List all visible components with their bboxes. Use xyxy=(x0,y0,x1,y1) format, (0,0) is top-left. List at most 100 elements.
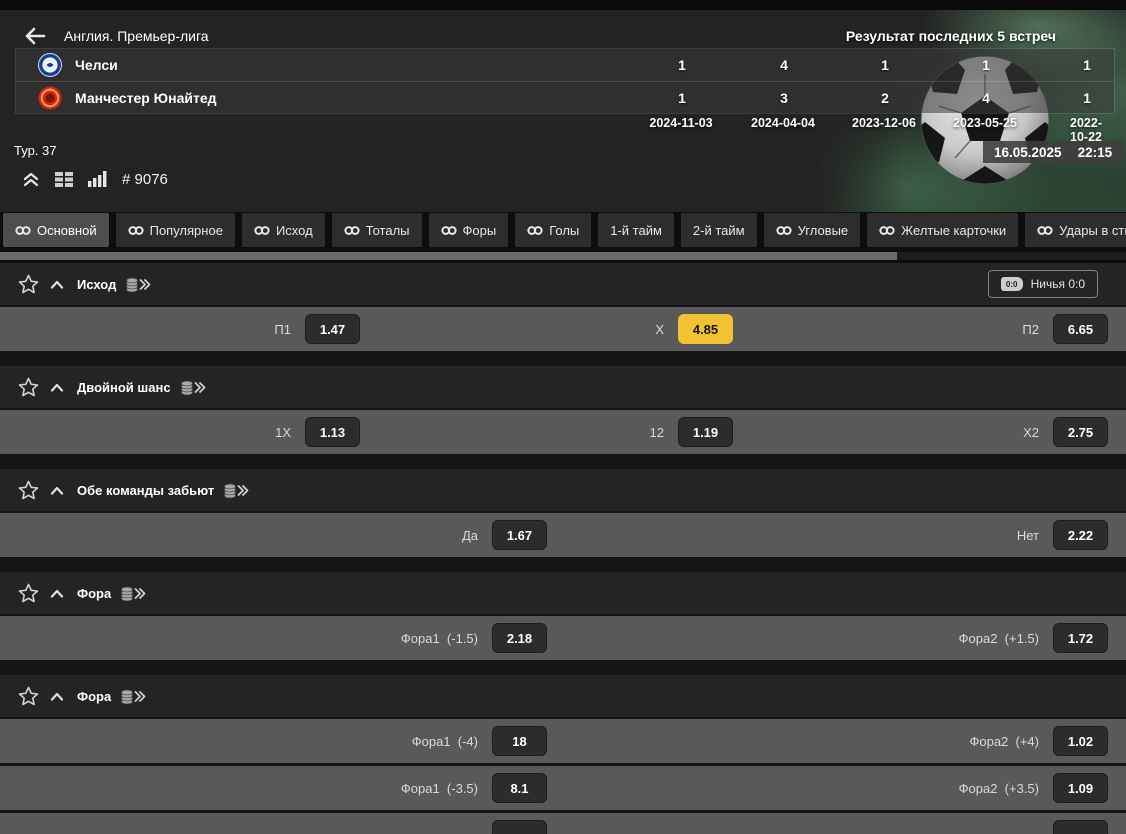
odds-option: 1X1.13 xyxy=(275,417,360,447)
history-dates-row: 2024-11-032024-04-042023-12-062023-05-25… xyxy=(15,116,1115,136)
odds-button[interactable]: 6.65 xyxy=(1053,314,1108,344)
odds-button[interactable]: 1.72 xyxy=(1053,623,1108,653)
market-header: Обе команды забьют xyxy=(0,469,1126,511)
tab-label: Форы xyxy=(463,223,497,238)
odds-button[interactable]: 2.75 xyxy=(1053,417,1108,447)
market-title: Обе команды забьют xyxy=(77,483,214,498)
collapse-chevron-icon[interactable] xyxy=(50,589,64,598)
team-row[interactable]: Челси14111 xyxy=(16,49,1114,81)
collapse-chevron-icon[interactable] xyxy=(50,280,64,289)
h2h-score: 3 xyxy=(780,90,788,106)
odds-option-label: Нет xyxy=(1017,528,1039,543)
h2h-score: 4 xyxy=(982,90,990,106)
odds-option xyxy=(1053,820,1108,834)
h2h-date: 2023-12-06 xyxy=(852,116,916,130)
odds-button[interactable]: 1.13 xyxy=(305,417,360,447)
link-icon xyxy=(344,225,360,236)
tab-исход[interactable]: Исход xyxy=(242,213,325,247)
h2h-date: 2024-11-03 xyxy=(649,116,712,130)
statistics-chart-icon[interactable] xyxy=(88,171,107,187)
odds-option: Фора1 (-4)18 xyxy=(412,726,547,756)
link-icon xyxy=(128,225,144,236)
tab-label: Удары в створ xyxy=(1059,223,1126,238)
odds-option xyxy=(492,820,547,834)
odds-option: Фора1 (-1.5)2.18 xyxy=(401,623,547,653)
link-icon xyxy=(254,225,270,236)
tab-1-й-тайм[interactable]: 1-й тайм xyxy=(598,213,674,247)
favorite-star-icon[interactable] xyxy=(18,377,39,397)
market-title: Фора xyxy=(77,586,111,601)
match-header: Англия. Премьер-лига Результат последних… xyxy=(0,10,1126,212)
team-name: Манчестер Юнайтед xyxy=(75,90,217,106)
favorite-star-icon[interactable] xyxy=(18,583,39,603)
team-name: Челси xyxy=(75,57,118,73)
top-strip xyxy=(0,0,1126,10)
scrollbar-thumb[interactable] xyxy=(0,252,897,260)
tab-желтые-карточки[interactable]: Желтые карточки xyxy=(867,213,1018,247)
lineup-grid-icon[interactable] xyxy=(55,172,73,187)
favorite-star-icon[interactable] xyxy=(18,480,39,500)
odds-row: Фора1 (-4)18 Фора2 (+4)1.02 xyxy=(0,719,1126,763)
favorite-star-icon[interactable] xyxy=(18,274,39,294)
odds-option: Фора1 (-3.5)8.1 xyxy=(401,773,547,803)
odds-option: X4.85 xyxy=(655,314,733,344)
odds-option-label: Фора2 (+3.5) xyxy=(959,781,1039,796)
tab-удары-в-створ[interactable]: Удары в створ xyxy=(1025,213,1126,247)
odds-button[interactable]: 4.85 xyxy=(678,314,733,344)
odds-option: Фора2 (+4)1.02 xyxy=(969,726,1108,756)
h2h-score: 1 xyxy=(982,57,990,73)
back-button[interactable] xyxy=(24,27,46,45)
odds-button[interactable]: 1.47 xyxy=(305,314,360,344)
header-top-row: Англия. Премьер-лига Результат последних… xyxy=(0,26,1126,52)
market-title: Исход xyxy=(77,277,116,292)
tab-угловые[interactable]: Угловые xyxy=(764,213,861,247)
odds-button[interactable]: 8.1 xyxy=(492,773,547,803)
tab-label: 1-й тайм xyxy=(610,223,662,238)
favorite-star-icon[interactable] xyxy=(18,686,39,706)
collapse-all-icon[interactable] xyxy=(22,171,40,187)
tab-тоталы[interactable]: Тоталы xyxy=(332,213,422,247)
tab-форы[interactable]: Форы xyxy=(429,213,509,247)
odds-button[interactable] xyxy=(1053,820,1108,834)
odds-button[interactable]: 1.67 xyxy=(492,520,547,550)
market-section: Двойной шанс1X1.13121.19X22.75 xyxy=(0,366,1126,454)
tab-2-й-тайм[interactable]: 2-й тайм xyxy=(681,213,757,247)
odds-option: 121.19 xyxy=(650,417,733,447)
odds-option-label: 12 xyxy=(650,425,664,440)
draw-score-button[interactable]: 0:0Ничья 0:0 xyxy=(988,270,1098,298)
collapse-chevron-icon[interactable] xyxy=(50,486,64,495)
match-date: 16.05.2025 xyxy=(994,145,1062,160)
tab-label: Желтые карточки xyxy=(901,223,1006,238)
team-row[interactable]: Манчестер Юнайтед13241 xyxy=(16,81,1114,113)
odds-button[interactable] xyxy=(492,820,547,834)
odds-button[interactable]: 18 xyxy=(492,726,547,756)
odds-row: 1X1.13121.19X22.75 xyxy=(0,410,1126,454)
odds-button[interactable]: 2.22 xyxy=(1053,520,1108,550)
market-header: Фора xyxy=(0,572,1126,614)
match-time: 22:15 xyxy=(1078,145,1113,160)
link-icon xyxy=(527,225,543,236)
link-icon xyxy=(15,225,31,236)
chelsea-logo-icon xyxy=(38,53,62,77)
h2h-score: 1 xyxy=(1083,57,1091,73)
draw-score-label: Ничья 0:0 xyxy=(1031,277,1085,291)
odds-option: Фора2 (+3.5) 1.09 xyxy=(959,773,1108,803)
match-id: # 9076 xyxy=(122,171,168,188)
tab-популярное[interactable]: Популярное xyxy=(116,213,235,247)
tab-label: Популярное xyxy=(150,223,223,238)
odds-option: X22.75 xyxy=(1023,417,1108,447)
odds-row: Фора1 (-3.5)8.1 Фора2 (+3.5) 1.09 xyxy=(0,766,1126,810)
odds-button[interactable]: 1.02 xyxy=(1053,726,1108,756)
odds-button[interactable]: 1.19 xyxy=(678,417,733,447)
tab-голы[interactable]: Голы xyxy=(515,213,591,247)
cashout-coins-icon xyxy=(120,688,146,705)
collapse-chevron-icon[interactable] xyxy=(50,692,64,701)
tab-label: 2-й тайм xyxy=(693,223,745,238)
odds-button[interactable]: 1.09 xyxy=(1053,773,1108,803)
collapse-chevron-icon[interactable] xyxy=(50,383,64,392)
market-header: Фора xyxy=(0,675,1126,717)
odds-row: Фора1 (-1.5)2.18Фора2 (+1.5)1.72 xyxy=(0,616,1126,660)
market-section: Исход0:0Ничья 0:0П11.47X4.85П26.65 xyxy=(0,263,1126,351)
tab-основной[interactable]: Основной xyxy=(3,213,109,247)
odds-button[interactable]: 2.18 xyxy=(492,623,547,653)
